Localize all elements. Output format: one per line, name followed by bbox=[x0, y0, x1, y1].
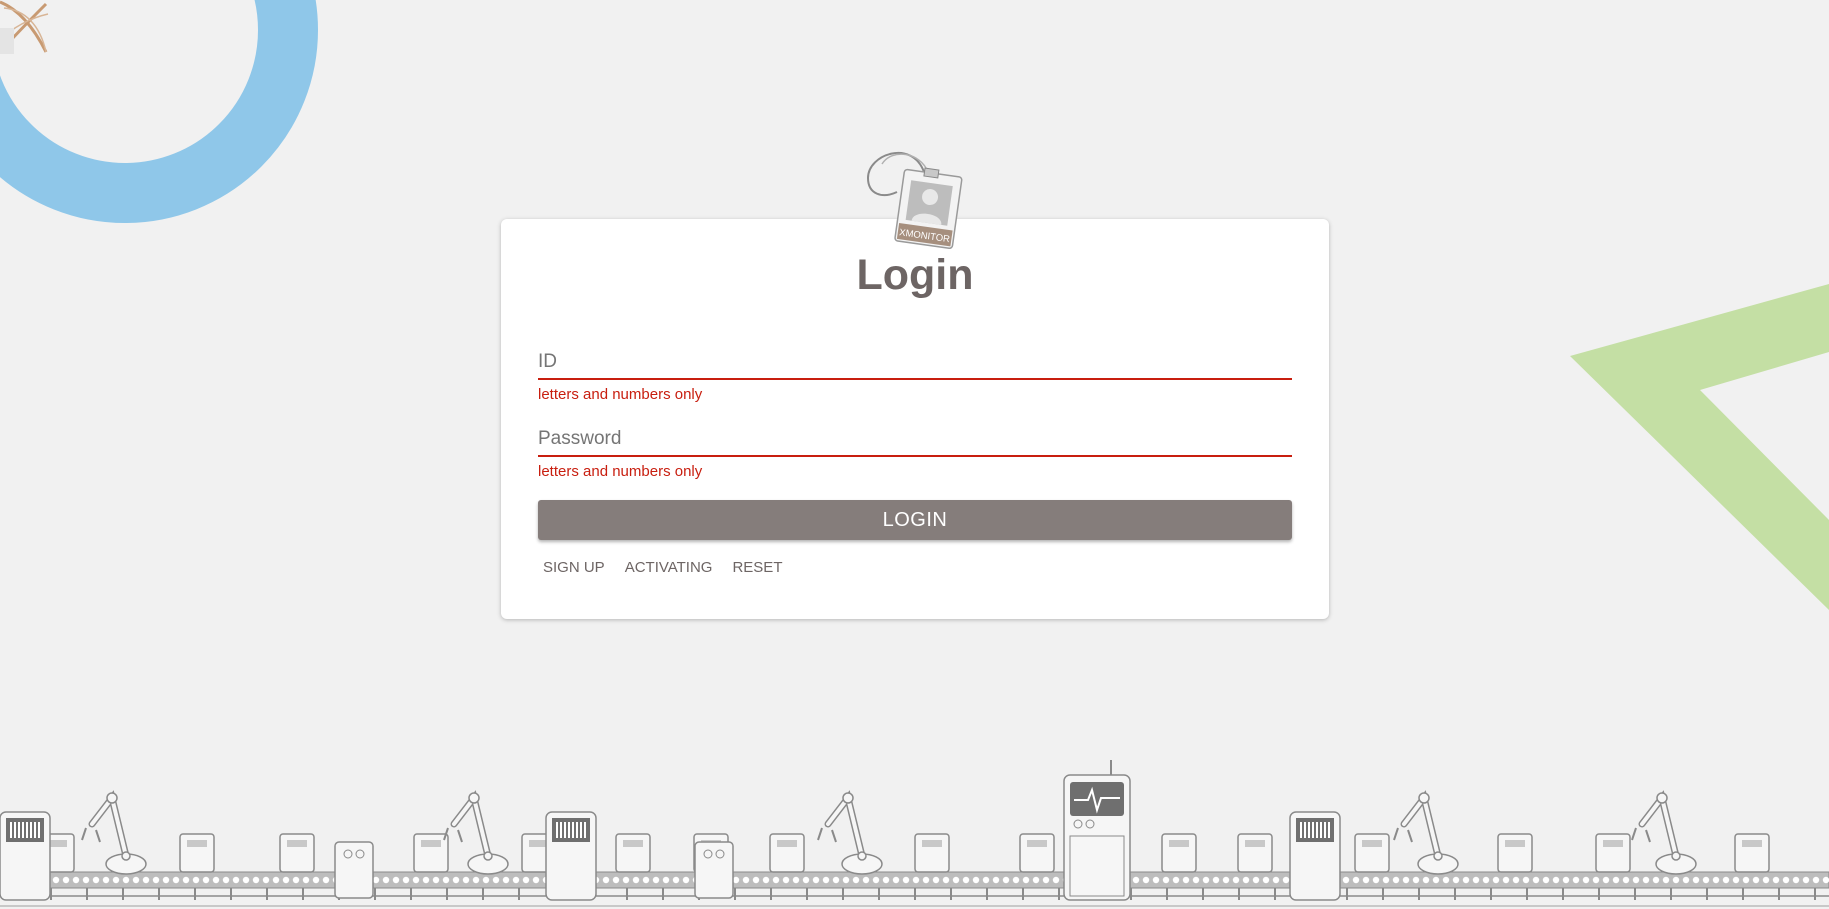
id-hint: letters and numbers only bbox=[538, 386, 703, 403]
password-hint: letters and numbers only bbox=[538, 463, 703, 480]
box bbox=[1354, 833, 1390, 873]
login-card: Login letters and numbers only letters a… bbox=[501, 219, 1329, 619]
box bbox=[1497, 833, 1533, 873]
auth-links: SIGN UP ACTIVATING RESET bbox=[543, 559, 782, 576]
box bbox=[1734, 833, 1770, 873]
box bbox=[279, 833, 315, 873]
id-input[interactable] bbox=[538, 351, 1292, 380]
box bbox=[179, 833, 215, 873]
page-title: Login bbox=[856, 251, 974, 299]
id-badge-icon: XMONITOR bbox=[866, 152, 963, 249]
small-machine bbox=[334, 841, 374, 899]
box bbox=[769, 833, 805, 873]
box bbox=[1019, 833, 1055, 873]
small-machine bbox=[694, 841, 734, 899]
box bbox=[1161, 833, 1197, 873]
box bbox=[1237, 833, 1273, 873]
box bbox=[413, 833, 449, 873]
signup-link[interactable]: SIGN UP bbox=[543, 559, 605, 576]
box bbox=[914, 833, 950, 873]
password-field: letters and numbers only bbox=[538, 428, 1292, 480]
login-button[interactable]: LOGIN bbox=[538, 500, 1292, 540]
green-triangle bbox=[1570, 284, 1829, 610]
factory-conveyor-illustration bbox=[0, 760, 1829, 907]
xmonitor-logo-icon bbox=[0, 0, 49, 54]
password-input[interactable] bbox=[538, 428, 1292, 457]
reset-link[interactable]: RESET bbox=[732, 559, 782, 576]
box bbox=[1595, 833, 1631, 873]
activating-link[interactable]: ACTIVATING bbox=[625, 559, 713, 576]
box bbox=[615, 833, 651, 873]
id-field: letters and numbers only bbox=[538, 351, 1292, 403]
